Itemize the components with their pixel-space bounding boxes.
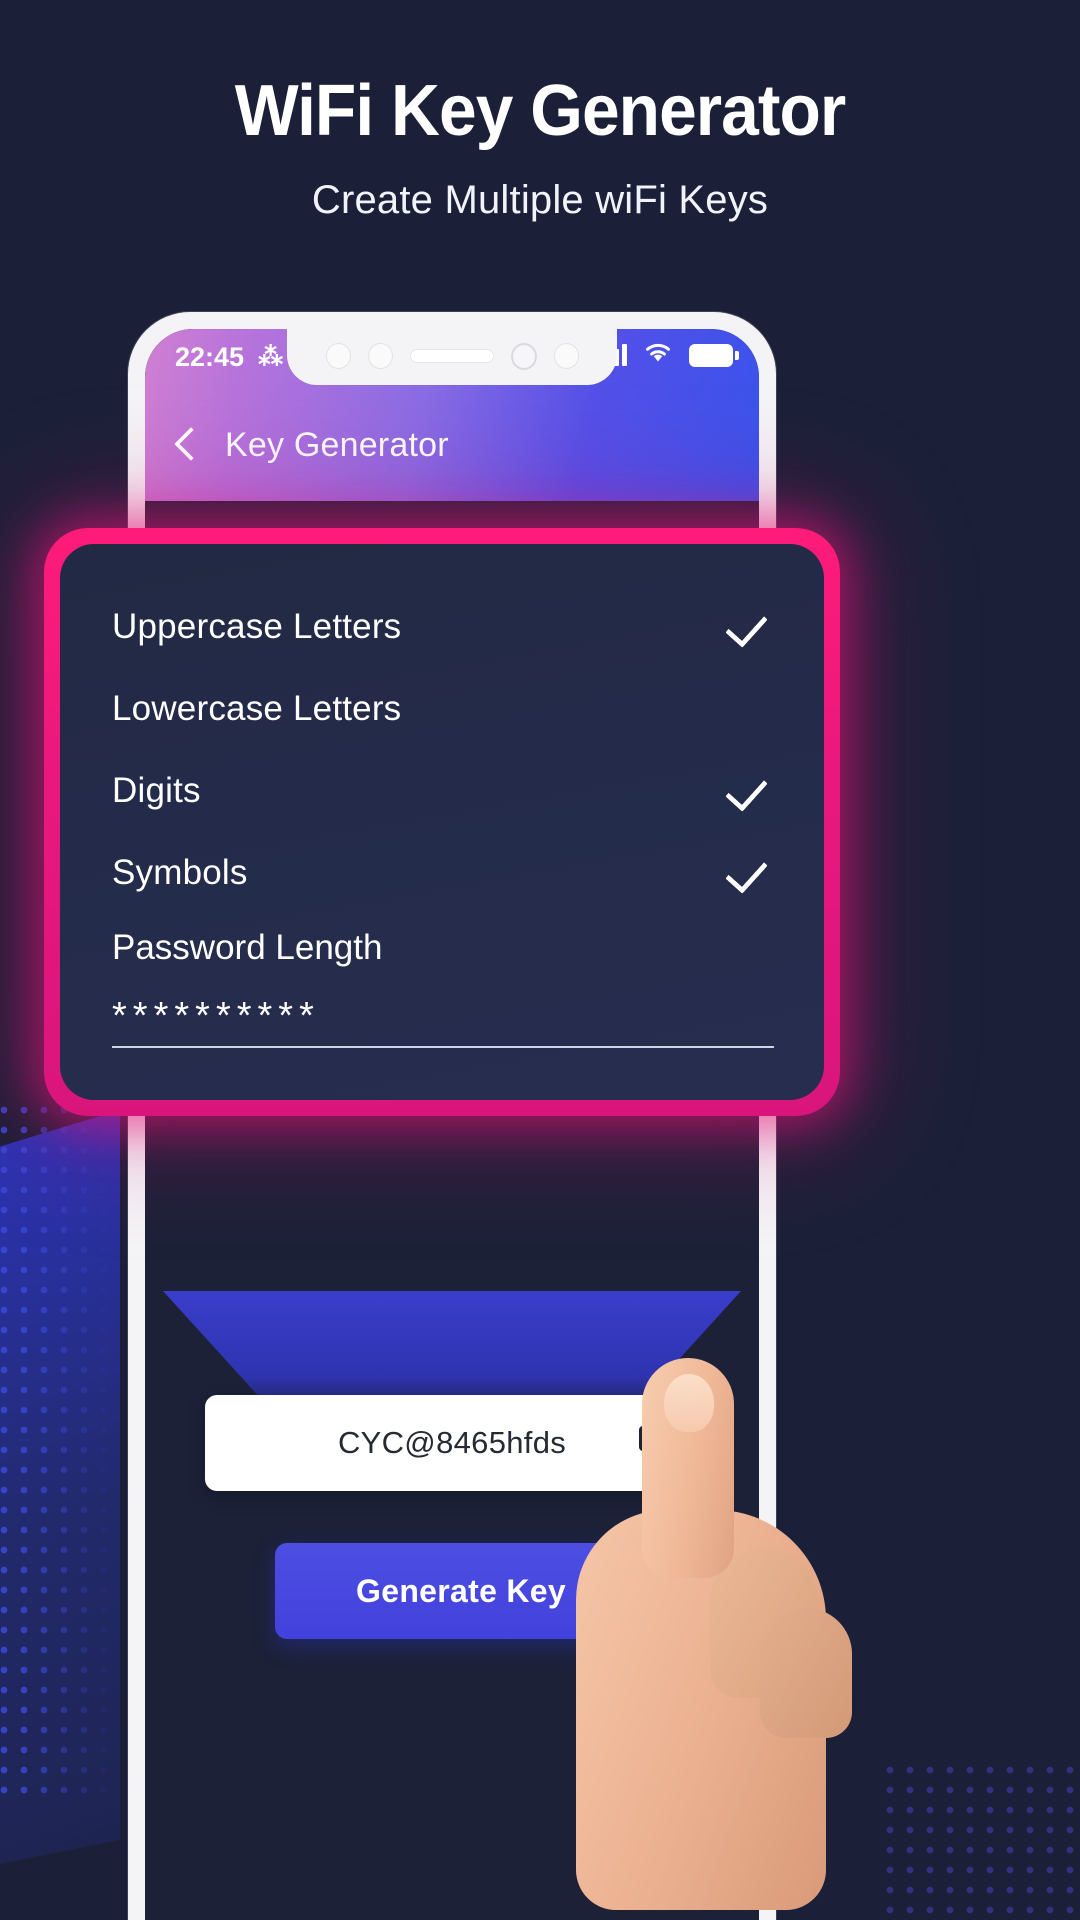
decorative-dots-left [0,1100,114,1800]
wifi-icon [643,341,673,369]
option-label: Digits [112,771,201,810]
check-icon[interactable] [728,605,772,649]
app-nav-bar: Key Generator [145,389,759,501]
option-label: Lowercase Letters [112,689,402,728]
status-bar-right [598,341,739,369]
option-row-lowercase[interactable]: Lowercase Letters [112,668,772,750]
option-label: Symbols [112,853,248,892]
key-options-dialog: Uppercase Letters Lowercase Letters Digi… [60,544,824,1100]
sensor-dot-icon [553,343,579,369]
status-time: 22:45 [175,341,245,372]
phone-notch [287,329,617,385]
chevron-left-icon[interactable] [175,428,195,462]
generated-key-value: CYC@8465hfds [337,1425,567,1460]
option-row-digits[interactable]: Digits [112,750,772,832]
app-header: 22:45 ⁂ Key Generator [145,329,759,501]
password-length-input[interactable]: ********** [112,992,774,1048]
sensor-dot-icon [325,343,351,369]
check-icon[interactable] [728,687,772,731]
option-label: Uppercase Letters [112,607,402,646]
promo-title: WiFi Key Generator [234,71,846,151]
check-icon[interactable] [728,851,772,895]
pointing-hand-icon [560,1340,860,1920]
camera-lens-icon [510,342,537,370]
password-length-value: ********** [112,995,320,1037]
input-underline [112,1046,774,1048]
decorative-dots-right [880,1760,1080,1920]
promo-subtitle: Create Multiple wiFi Keys [311,178,769,222]
app-title: Key Generator [225,425,449,464]
option-row-symbols[interactable]: Symbols [112,832,772,914]
status-bar-left: 22:45 ⁂ [145,342,283,373]
password-length-label: Password Length [112,928,383,967]
sensor-dot-icon [367,343,393,369]
battery-full-icon [689,343,739,367]
promo-screen: WiFi Key Generator Create Multiple wiFi … [0,0,1080,1920]
bluetooth-icon: ⁂ [258,342,284,371]
option-row-uppercase[interactable]: Uppercase Letters [112,586,772,668]
check-icon[interactable] [728,769,772,813]
earpiece-speaker [409,349,494,363]
